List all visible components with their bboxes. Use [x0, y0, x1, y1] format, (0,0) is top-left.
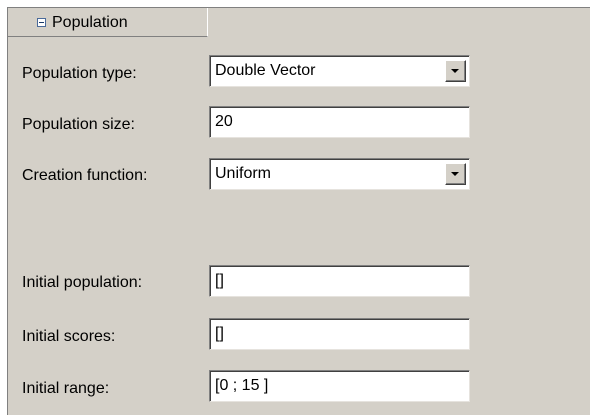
creation-function-label: Creation function: — [22, 167, 148, 184]
initial-range-input[interactable]: [0 ; 15 ] — [209, 370, 470, 402]
population-options-panel: Population Population type: Double Vecto… — [7, 7, 590, 415]
initial-population-input[interactable]: [] — [209, 265, 470, 297]
initial-range-label: Initial range: — [22, 380, 110, 397]
creation-function-select[interactable]: Uniform — [209, 158, 470, 190]
population-type-select[interactable]: Double Vector — [209, 55, 470, 87]
collapse-minus-icon[interactable] — [37, 18, 46, 27]
initial-scores-value: [] — [215, 325, 224, 342]
initial-population-label: Initial population: — [22, 274, 143, 291]
initial-population-value: [] — [215, 272, 224, 289]
initial-scores-label: Initial scores: — [22, 328, 116, 345]
chevron-down-icon[interactable] — [445, 163, 466, 185]
group-title: Population — [52, 14, 128, 31]
population-type-value: Double Vector — [215, 62, 316, 79]
population-group-header[interactable]: Population — [8, 8, 208, 37]
initial-scores-input[interactable]: [] — [209, 318, 470, 350]
population-size-input[interactable]: 20 — [209, 106, 470, 138]
initial-range-value: [0 ; 15 ] — [215, 377, 269, 394]
population-size-label: Population size: — [22, 116, 135, 133]
chevron-down-icon[interactable] — [445, 60, 466, 82]
population-size-value: 20 — [215, 113, 233, 130]
population-type-label: Population type: — [22, 65, 137, 82]
creation-function-value: Uniform — [215, 165, 272, 182]
